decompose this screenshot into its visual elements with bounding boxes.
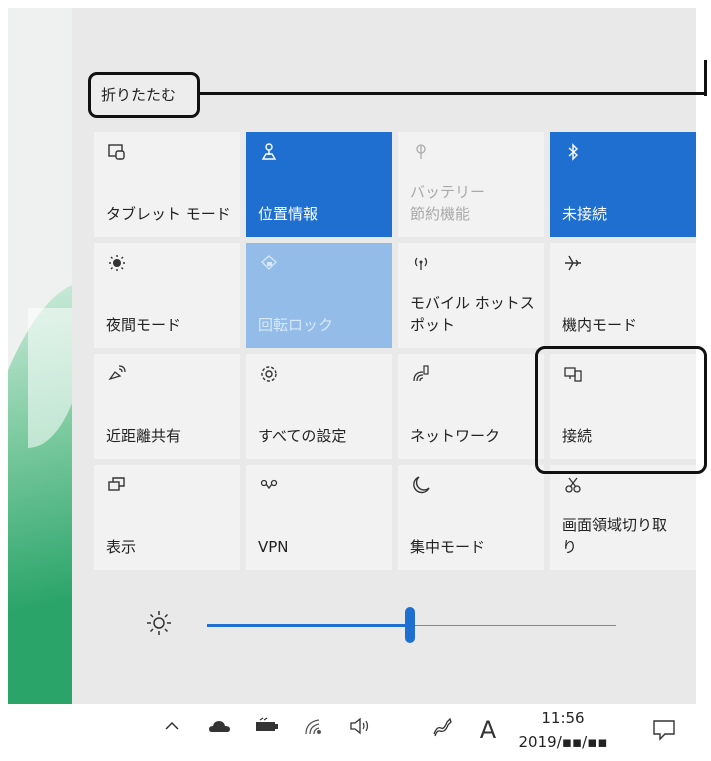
location-icon [258, 142, 280, 164]
focus-assist-icon [410, 475, 432, 497]
brightness-icon [144, 608, 174, 638]
brightness-thumb[interactable] [405, 607, 415, 643]
tile-label: 近距離共有 [106, 427, 182, 445]
callout-line-end [704, 60, 707, 96]
tile-label: タブレット モード [106, 205, 231, 223]
desktop-background [8, 8, 72, 704]
tile-tablet-mode[interactable]: タブレット モード [94, 132, 240, 237]
onedrive-icon[interactable] [205, 716, 235, 744]
network-icon [410, 364, 432, 386]
pen-icon[interactable] [428, 716, 458, 744]
tile-label: ネットワーク [410, 427, 501, 445]
tile-night-light[interactable]: 夜間モード [94, 243, 240, 348]
collapse-label: 折りたたむ [101, 86, 177, 104]
tile-airplane-mode[interactable]: 機内モード [550, 243, 696, 348]
chevron-up-icon[interactable] [158, 716, 186, 744]
airplane-icon [562, 253, 584, 275]
collapse-button[interactable]: 折りたたむ [88, 72, 200, 118]
clock-date: 2019/▪▪/▪▪ [518, 733, 608, 751]
tablet-mode-icon [106, 142, 128, 164]
ime-icon[interactable]: A [475, 716, 501, 744]
tile-focus-assist[interactable]: 集中モード [398, 465, 544, 570]
clock-time: 11:56 [541, 709, 585, 727]
tile-nearby-share[interactable]: 近距離共有 [94, 354, 240, 459]
tile-all-settings[interactable]: すべての設定 [246, 354, 392, 459]
brightness-track [412, 625, 616, 626]
taskbar-clock[interactable]: 11:56 2019/▪▪/▪▪ [515, 706, 611, 754]
tile-rotation-lock[interactable]: 回転ロック [246, 243, 392, 348]
battery-saver-icon [410, 142, 432, 164]
screen-snip-icon [562, 475, 584, 497]
tile-vpn[interactable]: VPN [246, 465, 392, 570]
taskbar: A 11:56 2019/▪▪/▪▪ [0, 704, 711, 761]
tile-network[interactable]: ネットワーク [398, 354, 544, 459]
tile-battery-saver[interactable]: バッテリー 節約機能 [398, 132, 544, 237]
tile-label: 集中モード [410, 538, 486, 556]
brightness-slider[interactable] [94, 600, 694, 650]
nearby-share-icon [106, 364, 128, 386]
tile-label: 機内モード [562, 316, 638, 334]
callout-line [200, 92, 706, 95]
project-icon [106, 475, 128, 497]
tile-label: 位置情報 [258, 205, 319, 223]
tile-label: 回転ロック [258, 316, 334, 334]
vpn-icon [258, 475, 280, 497]
battery-icon[interactable] [252, 716, 282, 744]
brightness-track-fill [207, 624, 412, 627]
tile-label: VPN [258, 538, 289, 556]
wifi-icon[interactable] [300, 716, 330, 744]
tile-screen-snip[interactable]: 画面領域切り取 り [550, 465, 696, 570]
volume-icon[interactable] [346, 716, 376, 744]
tile-bluetooth[interactable]: 未接続 [550, 132, 696, 237]
tile-project[interactable]: 表示 [94, 465, 240, 570]
connect-tile-highlight [535, 346, 707, 474]
tile-label: 夜間モード [106, 316, 182, 334]
tile-location[interactable]: 位置情報 [246, 132, 392, 237]
mobile-hotspot-icon [410, 253, 432, 275]
tile-label: 画面領域切り取 り [562, 516, 668, 556]
rotation-lock-icon [258, 253, 280, 275]
night-light-icon [106, 253, 128, 275]
settings-gear-icon [258, 364, 280, 386]
tile-label: 表示 [106, 538, 137, 556]
tile-label: 未接続 [562, 205, 608, 223]
tile-mobile-hotspot[interactable]: モバイル ホットス ポット [398, 243, 544, 348]
tile-label: バッテリー 節約機能 [410, 183, 486, 223]
bluetooth-icon [562, 142, 584, 164]
notifications-icon[interactable] [651, 718, 679, 744]
tile-label: モバイル ホットス ポット [410, 294, 535, 334]
tile-label: すべての設定 [258, 427, 347, 445]
